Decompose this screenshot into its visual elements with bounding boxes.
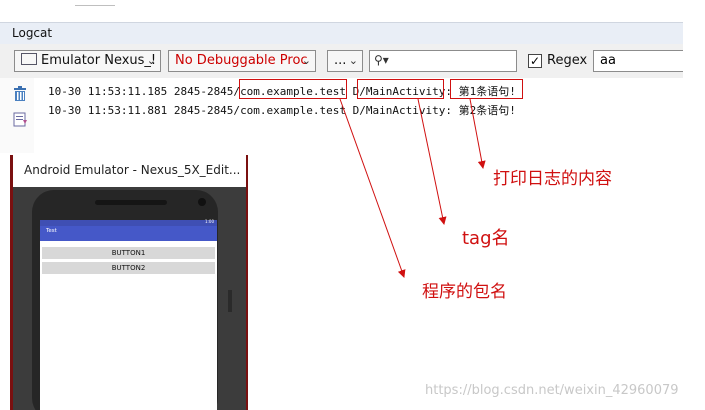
button2[interactable]: BUTTON2 xyxy=(42,262,215,274)
status-time: 1:00 xyxy=(205,219,214,224)
watermark: https://blog.csdn.net/weixin_42960079 xyxy=(425,383,679,398)
content-arrow xyxy=(469,98,486,169)
android-emulator-window: Android Emulator - Nexus_5X_Edit... 1:00… xyxy=(10,155,248,410)
tag-arrow xyxy=(417,98,447,225)
camera-icon xyxy=(198,198,206,206)
app-title: Test xyxy=(46,228,57,234)
annotation-tag: tag名 xyxy=(462,228,510,249)
emulator-title: Android Emulator - Nexus_5X_Edit... xyxy=(24,163,241,177)
package-arrow xyxy=(339,98,406,278)
emulator-titlebar: Android Emulator - Nexus_5X_Edit... xyxy=(13,155,246,187)
annotation-content: 打印日志的内容 xyxy=(493,169,612,189)
phone-speaker xyxy=(95,200,167,205)
app-bar: Test xyxy=(40,226,217,241)
phone-screen[interactable]: 1:00 Test BUTTON1 BUTTON2 xyxy=(40,219,217,410)
annotation-package: 程序的包名 xyxy=(422,282,507,302)
phone-side-key[interactable] xyxy=(228,290,232,312)
button1[interactable]: BUTTON1 xyxy=(42,247,215,259)
